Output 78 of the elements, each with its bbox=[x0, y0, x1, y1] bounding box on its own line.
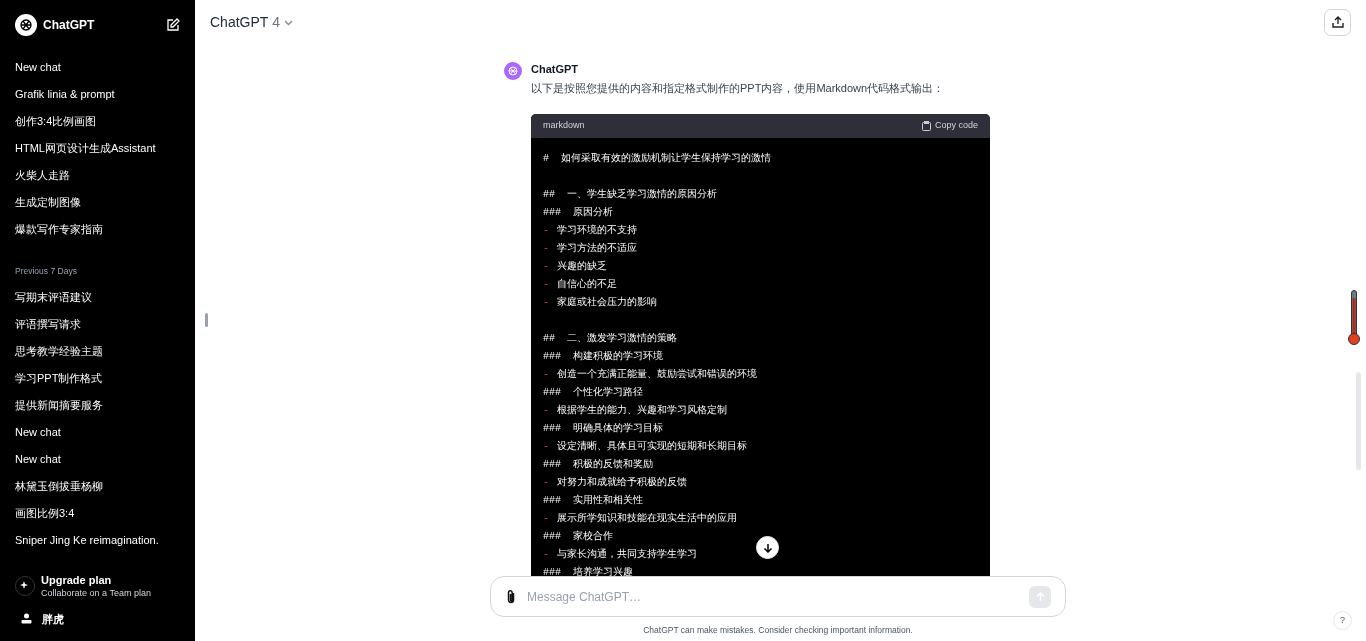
bullet-marker: - bbox=[543, 223, 550, 238]
code-line: 展示所学知识和技能在现实生活中的应用 bbox=[557, 511, 737, 526]
chat-history-item[interactable]: 思考教学经验主题 bbox=[8, 337, 187, 365]
code-line: 与家长沟通，共同支持学生学习 bbox=[557, 547, 697, 562]
chat-history-item[interactable]: 林黛玉倒拔垂杨柳 bbox=[8, 472, 187, 500]
upgrade-plan-subtitle: Collaborate on a Team plan bbox=[41, 586, 151, 599]
code-line: ### 积极的反馈和奖励 bbox=[543, 457, 653, 472]
scrollbar[interactable] bbox=[1356, 372, 1361, 470]
bullet-marker: - bbox=[543, 367, 550, 382]
bullet-marker: - bbox=[543, 511, 550, 526]
bullet-marker: - bbox=[543, 403, 550, 418]
chat-history-item[interactable]: 画图比例3:4 bbox=[8, 499, 187, 527]
chat-history-item[interactable]: 学习PPT制作格式 bbox=[8, 364, 187, 392]
arrow-up-icon bbox=[1035, 591, 1045, 602]
code-line: 设定清晰、具体且可实现的短期和长期目标 bbox=[557, 439, 747, 454]
bullet-marker: - bbox=[543, 547, 550, 562]
message-composer[interactable]: Message ChatGPT… bbox=[490, 576, 1066, 617]
user-menu[interactable]: 胖虎 bbox=[15, 602, 180, 635]
code-line: 创造一个充满正能量、鼓励尝试和错误的环境 bbox=[557, 367, 757, 382]
chat-history-item[interactable]: 爆款写作专家指南 bbox=[8, 216, 187, 243]
bullet-marker: - bbox=[543, 295, 550, 310]
new-chat-icon[interactable] bbox=[166, 18, 180, 32]
logo-icon bbox=[15, 14, 37, 36]
chat-history-item[interactable]: 写期末评语建议 bbox=[8, 283, 187, 311]
code-line: ### 个性化学习路径 bbox=[543, 385, 643, 400]
code-line: ### 家校合作 bbox=[543, 529, 613, 544]
chat-history-item[interactable]: Sniper Jing Ke reimagination. bbox=[8, 526, 187, 554]
copy-code-button[interactable]: Copy code bbox=[921, 118, 978, 133]
code-line: # 如何采取有效的激励机制让学生保持学习的激情 bbox=[543, 151, 771, 166]
code-language: markdown bbox=[543, 118, 585, 132]
chat-history-item[interactable]: Grafik linia & prompt bbox=[8, 81, 187, 108]
disclaimer-text: ChatGPT can make mistakes. Consider checking important information. bbox=[642, 624, 914, 637]
arrow-down-icon bbox=[762, 542, 773, 553]
code-line: ## 二、激发学习激情的策略 bbox=[543, 331, 677, 346]
chat-history-item[interactable]: 火柴人走路 bbox=[8, 162, 187, 189]
code-line: 家庭或社会压力的影响 bbox=[557, 295, 657, 310]
upgrade-plan-button[interactable]: Upgrade plan Collaborate on a Team plan bbox=[15, 568, 180, 603]
message-author: ChatGPT bbox=[531, 62, 580, 76]
message-input[interactable]: Message ChatGPT… bbox=[527, 587, 1019, 606]
code-line: ### 明确具体的学习目标 bbox=[543, 421, 663, 436]
code-line: ## 一、学生缺乏学习激情的原因分析 bbox=[543, 187, 717, 202]
user-name: 胖虎 bbox=[42, 611, 64, 627]
bullet-marker: - bbox=[543, 259, 550, 274]
code-line: 根据学生的能力、兴趣和学习风格定制 bbox=[557, 403, 727, 418]
chat-history-item[interactable]: 评语撰写请求 bbox=[8, 310, 187, 338]
upgrade-plan-title: Upgrade plan bbox=[41, 572, 113, 587]
chat-history-item[interactable]: New chat bbox=[8, 418, 187, 446]
chat-history-item[interactable]: 提供新闻摘要服务 bbox=[8, 391, 187, 419]
code-line: ### 实用性和相关性 bbox=[543, 493, 643, 508]
sparkle-icon bbox=[15, 575, 35, 596]
code-line: ### 构建积极的学习环境 bbox=[543, 349, 663, 364]
code-line: 自信心的不足 bbox=[557, 277, 617, 292]
paperclip-icon[interactable] bbox=[505, 588, 517, 605]
bullet-marker: - bbox=[543, 475, 550, 490]
thermometer-icon bbox=[1348, 290, 1360, 346]
brand-name: ChatGPT bbox=[43, 17, 95, 34]
bullet-marker: - bbox=[543, 439, 550, 454]
code-line: 兴趣的缺乏 bbox=[557, 259, 607, 274]
section-heading: Previous 7 Days bbox=[14, 265, 78, 278]
clipboard-icon bbox=[921, 120, 931, 131]
chat-history-item[interactable]: 生成定制图像 bbox=[8, 189, 187, 216]
chat-history-item[interactable]: New chat bbox=[8, 54, 187, 81]
help-button[interactable]: ? bbox=[1333, 611, 1352, 630]
code-line: 对努力和成就给予积极的反馈 bbox=[557, 475, 687, 490]
bullet-marker: - bbox=[543, 241, 550, 256]
bullet-marker: - bbox=[543, 277, 550, 292]
chat-history-item[interactable]: New chat bbox=[8, 445, 187, 473]
user-icon bbox=[21, 613, 32, 625]
code-line: 学习环境的不支持 bbox=[557, 223, 637, 238]
model-selector[interactable]: ChatGPT 4 bbox=[210, 11, 294, 33]
chat-history-item[interactable]: HTML网页设计生成Assistant bbox=[8, 135, 187, 162]
chat-history-item[interactable]: 创作3:4比例画图 bbox=[8, 108, 187, 135]
message-text: 以下是按照您提供的内容和指定格式制作的PPT内容，使用Markdown代码格式输出： bbox=[531, 81, 946, 96]
code-line: ### 原因分析 bbox=[543, 205, 613, 220]
share-button[interactable] bbox=[1324, 8, 1351, 36]
share-icon bbox=[1331, 16, 1344, 28]
code-line: 学习方法的不适应 bbox=[557, 241, 637, 256]
assistant-avatar-icon bbox=[504, 62, 522, 80]
